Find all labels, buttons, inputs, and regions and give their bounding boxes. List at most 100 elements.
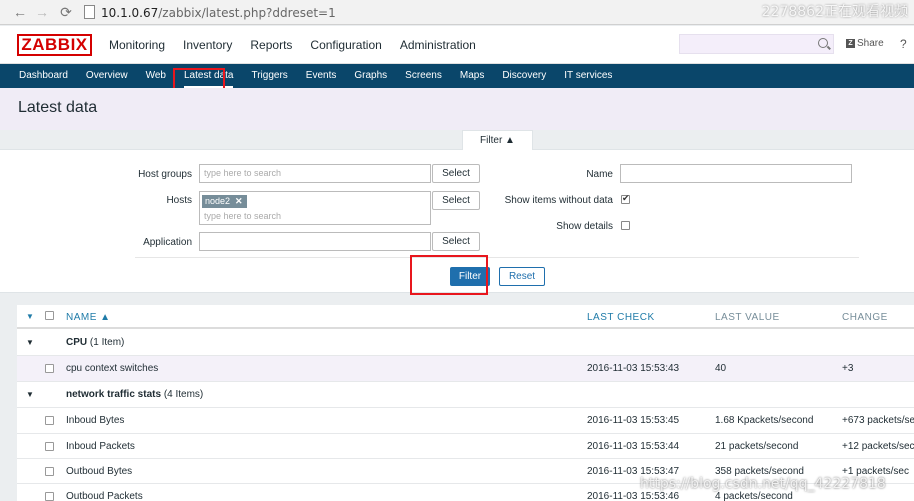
zabbix-logo[interactable]: ZABBIX — [17, 34, 92, 56]
table-row: Inboud Packets 2016-11-03 15:53:44 21 pa… — [17, 434, 914, 459]
filter-tab[interactable]: Filter ▲ — [462, 130, 533, 150]
host-tag-label: node2 — [205, 196, 231, 206]
csdn-watermark: https://blog.csdn.net/qq_42227818 — [640, 476, 886, 492]
share-icon: Z — [846, 39, 855, 48]
show-details-checkbox[interactable] — [621, 221, 630, 230]
item-last-check: 2016-11-03 15:53:43 — [587, 363, 680, 374]
name-label: Name — [586, 169, 613, 180]
host-tag-node2: node2 ✕ — [202, 195, 247, 208]
main-menu: Monitoring Inventory Reports Configurati… — [100, 26, 485, 64]
submenu-discovery[interactable]: Discovery — [493, 64, 555, 88]
search-icon[interactable] — [818, 38, 828, 48]
item-change: +12 packets/sec — [842, 441, 914, 452]
page-title: Latest data — [18, 99, 98, 116]
header-name[interactable]: NAME ▲ — [66, 312, 111, 323]
submenu-triggers[interactable]: Triggers — [242, 64, 296, 88]
forward-button[interactable]: → — [32, 4, 52, 20]
group-toggle-icon[interactable]: ▼ — [26, 338, 34, 347]
application-select-button[interactable]: Select — [432, 232, 480, 251]
remove-tag-icon[interactable]: ✕ — [235, 196, 243, 206]
group-row-network: ▼ network traffic stats (4 Items) — [17, 382, 914, 408]
filter-divider — [135, 257, 859, 258]
item-change: +673 packets/sec — [842, 415, 914, 426]
group-toggle-icon[interactable]: ▼ — [26, 390, 34, 399]
viewer-watermark: 2278862正在观看视频 — [761, 4, 908, 20]
share-button[interactable]: Z Share — [846, 38, 884, 49]
back-button[interactable]: ← — [10, 4, 30, 20]
name-input[interactable] — [620, 164, 852, 183]
menu-inventory[interactable]: Inventory — [174, 26, 241, 64]
host-groups-input[interactable]: type here to search — [199, 164, 431, 183]
submenu-web[interactable]: Web — [137, 64, 175, 88]
latest-data-table: ▼ NAME ▲ LAST CHECK LAST VALUE CHANGE ▼ … — [17, 305, 914, 501]
select-all-checkbox[interactable] — [45, 311, 54, 320]
application-label: Application — [143, 237, 192, 248]
group-name: network traffic stats — [66, 389, 162, 400]
show-without-data-label: Show items without data — [504, 195, 613, 206]
row-checkbox[interactable] — [45, 442, 54, 451]
annotation-highlight-filter — [410, 255, 488, 295]
row-checkbox[interactable] — [45, 467, 54, 476]
item-last-check: 2016-11-03 15:53:46 — [587, 491, 680, 501]
app-header: ZABBIX Monitoring Inventory Reports Conf… — [0, 26, 914, 64]
share-label: Share — [857, 38, 884, 49]
application-input[interactable] — [199, 232, 431, 251]
submenu-events[interactable]: Events — [297, 64, 346, 88]
header-last-value: LAST VALUE — [715, 312, 780, 323]
reload-button[interactable]: ⟳ — [56, 4, 76, 21]
menu-configuration[interactable]: Configuration — [301, 26, 390, 64]
header-change: CHANGE — [842, 312, 888, 323]
table-header: ▼ NAME ▲ LAST CHECK LAST VALUE CHANGE — [17, 305, 914, 329]
host-groups-select-button[interactable]: Select — [432, 164, 480, 183]
row-checkbox[interactable] — [45, 492, 54, 501]
table-row: cpu context switches 2016-11-03 15:53:43… — [17, 356, 914, 382]
group-row-cpu: ▼ CPU (1 Item) — [17, 330, 914, 356]
item-name: Inboud Packets — [66, 441, 135, 452]
browser-toolbar: ← → ⟳ 10.1.0.67/zabbix/latest.php?ddrese… — [0, 0, 914, 25]
global-search-input[interactable] — [679, 34, 834, 54]
menu-administration[interactable]: Administration — [391, 26, 485, 64]
url-host: 10.1.0.67 — [101, 5, 159, 20]
show-details-label: Show details — [556, 221, 613, 232]
item-last-value: 4 packets/second — [715, 491, 793, 501]
menu-reports[interactable]: Reports — [241, 26, 301, 64]
header-last-check[interactable]: LAST CHECK — [587, 312, 655, 323]
group-title: network traffic stats (4 Items) — [66, 389, 203, 400]
submenu-screens[interactable]: Screens — [396, 64, 451, 88]
submenu-graphs[interactable]: Graphs — [345, 64, 396, 88]
item-name: Outboud Bytes — [66, 466, 133, 477]
reset-button[interactable]: Reset — [499, 267, 545, 286]
menu-monitoring[interactable]: Monitoring — [100, 26, 174, 64]
item-name: cpu context switches — [66, 363, 159, 374]
item-change: +3 — [842, 363, 854, 374]
item-name: Inboud Bytes — [66, 415, 125, 426]
host-groups-label: Host groups — [138, 169, 192, 180]
group-title: CPU (1 Item) — [66, 337, 124, 348]
submenu-overview[interactable]: Overview — [77, 64, 137, 88]
item-name: Outboud Packets — [66, 491, 143, 501]
hosts-placeholder: type here to search — [204, 211, 282, 221]
table-row: Inboud Bytes 2016-11-03 15:53:45 1.68 Kp… — [17, 408, 914, 434]
group-count: (4 Items) — [163, 389, 204, 400]
sub-menu: Dashboard Overview Web Latest data Trigg… — [0, 64, 914, 88]
item-last-value: 1.68 Kpackets/second — [715, 415, 814, 426]
submenu-it-services[interactable]: IT services — [555, 64, 621, 88]
title-area: Latest data — [0, 88, 914, 130]
url-path: /zabbix/latest.php?ddreset=1 — [158, 5, 336, 20]
group-count: (1 Item) — [89, 337, 125, 348]
submenu-maps[interactable]: Maps — [451, 64, 493, 88]
item-last-check: 2016-11-03 15:53:44 — [587, 441, 680, 452]
show-without-data-checkbox[interactable] — [621, 193, 630, 204]
item-last-check: 2016-11-03 15:53:45 — [587, 415, 680, 426]
collapse-all-icon[interactable]: ▼ — [26, 312, 34, 321]
submenu-dashboard[interactable]: Dashboard — [10, 64, 77, 88]
row-checkbox[interactable] — [45, 416, 54, 425]
hosts-label: Hosts — [166, 195, 192, 206]
help-icon[interactable]: ? — [900, 37, 907, 51]
address-bar[interactable]: 10.1.0.67/zabbix/latest.php?ddreset=1 — [101, 3, 801, 22]
group-name: CPU — [66, 337, 88, 348]
hosts-select-button[interactable]: Select — [432, 191, 480, 210]
item-last-value: 21 packets/second — [715, 441, 799, 452]
item-last-value: 40 — [715, 363, 727, 374]
row-checkbox[interactable] — [45, 364, 54, 373]
